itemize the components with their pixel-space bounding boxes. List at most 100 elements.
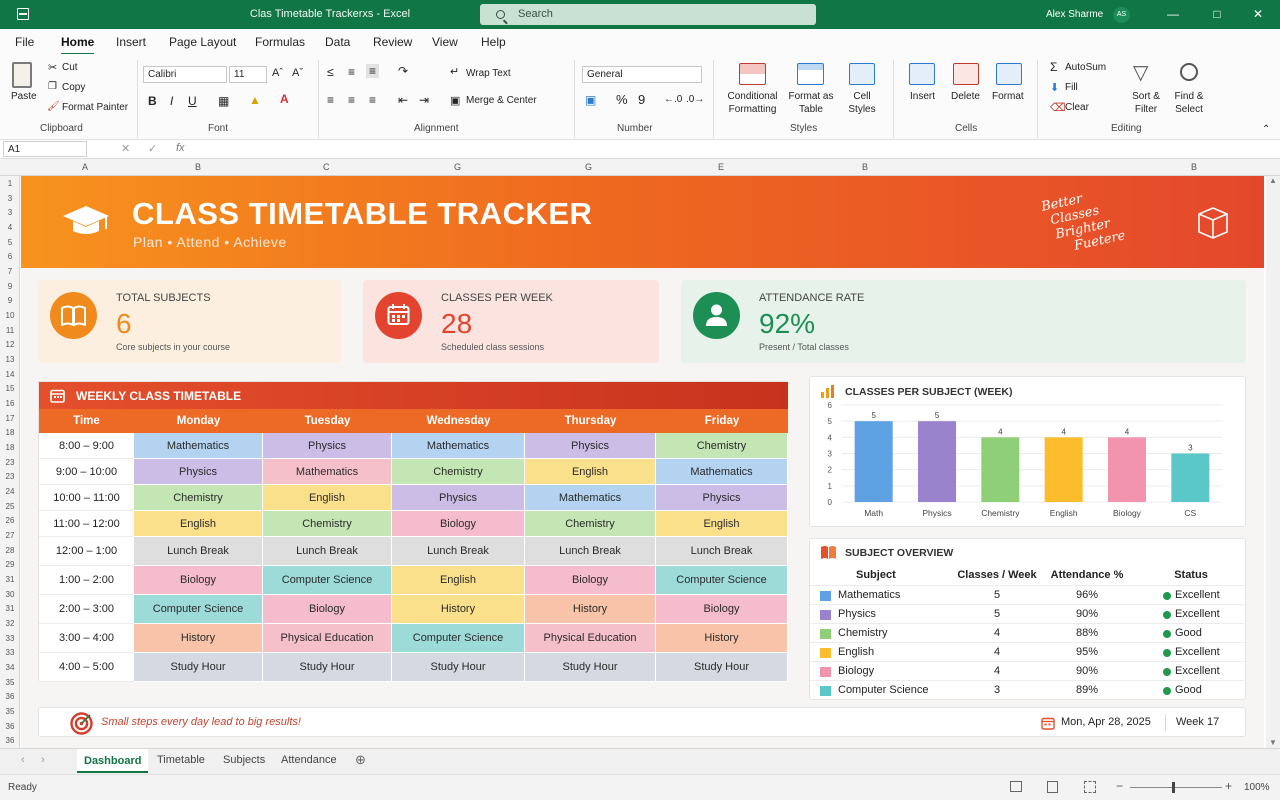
timetable-cell[interactable]: Mathematics (656, 459, 788, 485)
fill-color-icon[interactable]: ▲ (249, 93, 261, 107)
row-header[interactable]: 9 (0, 282, 20, 291)
clear-button[interactable]: Clear (1065, 102, 1089, 113)
timetable-time-slot[interactable]: 1:00 – 2:00 (39, 566, 134, 595)
column-header[interactable]: B (195, 162, 201, 172)
paste-button[interactable]: Paste (11, 91, 37, 102)
timetable-cell[interactable]: History (392, 595, 525, 624)
zoom-in-icon[interactable]: + (1225, 779, 1232, 793)
timetable-cell[interactable]: Study Hour (392, 653, 525, 682)
sort-filter-icon[interactable]: ▽ (1133, 60, 1148, 85)
timetable-time-slot[interactable]: 9:00 – 10:00 (39, 459, 134, 485)
conditional-formatting-icon[interactable] (739, 63, 766, 85)
timetable-cell[interactable]: English (134, 511, 263, 537)
row-header[interactable]: 18 (0, 428, 20, 437)
format-cells-button[interactable]: Format (992, 91, 1024, 102)
zoom-level[interactable]: 100% (1244, 782, 1270, 793)
number-format-select[interactable]: General (582, 66, 702, 83)
align-left-icon[interactable]: ≡ (327, 93, 334, 107)
row-header[interactable]: 28 (0, 546, 20, 555)
search-box[interactable]: Search (480, 4, 816, 25)
format-cells-icon[interactable] (996, 63, 1022, 85)
timetable-cell[interactable]: Mathematics (263, 459, 392, 485)
timetable-time-slot[interactable]: 3:00 – 4:00 (39, 624, 134, 653)
minimize-icon[interactable]: — (1151, 0, 1195, 29)
column-header[interactable]: E (718, 162, 724, 172)
row-header[interactable]: 35 (0, 707, 20, 716)
row-header[interactable]: 14 (0, 370, 20, 379)
zoom-out-icon[interactable]: − (1116, 779, 1123, 793)
row-header[interactable]: 1 (0, 179, 20, 188)
timetable-cell[interactable]: English (392, 566, 525, 595)
chart-bar[interactable] (1044, 437, 1083, 502)
timetable-cell[interactable]: Computer Science (656, 566, 788, 595)
find-select-button[interactable]: Find & Select (1170, 90, 1208, 116)
timetable-cell[interactable]: Physics (656, 485, 788, 511)
comma-style-icon[interactable]: 9 (638, 92, 645, 107)
chart-bar[interactable] (981, 437, 1020, 502)
cancel-icon[interactable]: ✕ (121, 142, 130, 155)
insert-cells-icon[interactable] (909, 63, 935, 85)
increase-decimal-icon[interactable]: ←.0 (664, 94, 682, 105)
timetable-cell[interactable]: Biology (525, 566, 656, 595)
cell-styles-icon[interactable] (849, 63, 875, 85)
sheet-tab-subjects[interactable]: Subjects (223, 754, 265, 766)
tab-page-layout[interactable]: Page Layout (169, 35, 236, 49)
timetable-cell[interactable]: Chemistry (525, 511, 656, 537)
row-header[interactable]: 35 (0, 678, 20, 687)
format-as-table-icon[interactable] (797, 63, 824, 85)
bold-button[interactable]: B (148, 94, 157, 108)
scroll-down-icon[interactable]: ▼ (1269, 738, 1277, 747)
decrease-decimal-icon[interactable]: .0→ (686, 94, 704, 105)
row-header[interactable]: 3 (0, 194, 20, 203)
column-header[interactable]: B (1191, 162, 1197, 172)
format-painter-button[interactable]: Format Painter (62, 102, 128, 113)
timetable-cell[interactable]: Mathematics (525, 485, 656, 511)
merge-center-button[interactable]: Merge & Center (466, 95, 537, 106)
collapse-ribbon-icon[interactable]: ⌃ (1262, 124, 1270, 135)
zoom-slider-thumb[interactable] (1172, 782, 1175, 793)
timetable-cell[interactable]: Lunch Break (134, 537, 263, 566)
find-icon[interactable] (1180, 63, 1198, 81)
tab-home[interactable]: Home (61, 35, 95, 55)
grow-font-icon[interactable]: Aˆ (272, 67, 283, 79)
underline-button[interactable]: U (188, 94, 197, 108)
row-header[interactable]: 15 (0, 384, 20, 393)
cut-button[interactable]: Cut (62, 62, 78, 73)
orientation-icon[interactable]: ↷ (398, 64, 408, 78)
timetable-cell[interactable]: Physics (392, 485, 525, 511)
column-header[interactable]: A (82, 162, 88, 172)
close-icon[interactable]: ✕ (1236, 0, 1280, 29)
fill-button[interactable]: Fill (1065, 82, 1078, 93)
delete-cells-button[interactable]: Delete (951, 91, 980, 102)
page-layout-view-icon[interactable] (1047, 781, 1058, 793)
timetable-cell[interactable]: History (525, 595, 656, 624)
cell-styles-button[interactable]: Cell Styles (842, 90, 882, 116)
row-header[interactable]: 13 (0, 355, 20, 364)
timetable-cell[interactable]: Lunch Break (263, 537, 392, 566)
row-header[interactable]: 4 (0, 223, 20, 232)
row-header[interactable]: 9 (0, 296, 20, 305)
timetable-cell[interactable]: English (263, 485, 392, 511)
timetable-time-slot[interactable]: 12:00 – 1:00 (39, 537, 134, 566)
timetable-cell[interactable]: Physics (525, 433, 656, 459)
timetable-cell[interactable]: Chemistry (263, 511, 392, 537)
sheet-tab-dashboard[interactable]: Dashboard (77, 749, 149, 773)
timetable-cell[interactable]: Study Hour (134, 653, 263, 682)
font-size-select[interactable]: 11 (229, 66, 267, 83)
column-header[interactable]: G (585, 162, 592, 172)
sheet-tab-timetable[interactable]: Timetable (157, 754, 205, 766)
function-icon[interactable]: fx (176, 142, 185, 154)
decrease-indent-icon[interactable]: ⇤ (398, 93, 408, 107)
tab-review[interactable]: Review (373, 35, 412, 49)
tab-insert[interactable]: Insert (116, 35, 146, 49)
user-name[interactable]: Alex Sharme (1046, 9, 1103, 20)
row-header[interactable]: 11 (0, 326, 20, 335)
timetable-cell[interactable]: Study Hour (263, 653, 392, 682)
timetable-time-slot[interactable]: 4:00 – 5:00 (39, 653, 134, 682)
align-right-icon[interactable]: ≡ (369, 93, 376, 107)
align-top-icon[interactable]: ≤ (327, 65, 334, 79)
timetable-cell[interactable]: Physical Education (263, 624, 392, 653)
row-header[interactable]: 10 (0, 311, 20, 320)
timetable-cell[interactable]: Biology (392, 511, 525, 537)
row-header[interactable]: 31 (0, 575, 20, 584)
